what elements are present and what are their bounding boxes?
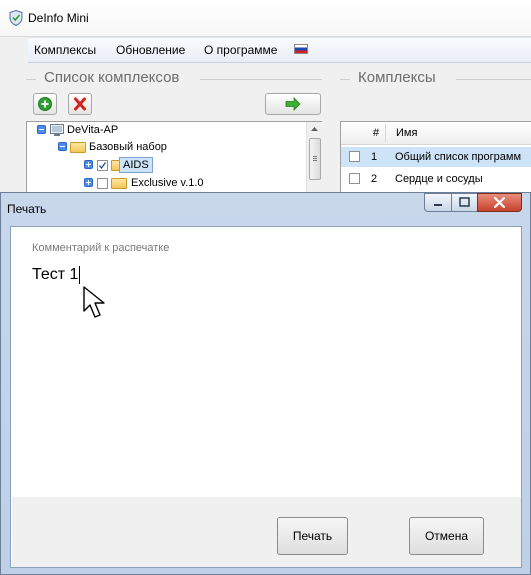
dialog-client-area: Комментарий к распечатке Тест 1 Печать О… bbox=[10, 226, 522, 568]
minimize-button[interactable] bbox=[424, 193, 452, 212]
table-row[interactable]: 1 Общий список программ bbox=[341, 147, 531, 167]
column-number-header[interactable]: # bbox=[373, 127, 379, 139]
main-titlebar: DeInfo Mini bbox=[0, 0, 531, 37]
complex-tree[interactable]: DeVita-AP Базовый набор AIDS Exclusive v… bbox=[26, 121, 322, 196]
complexes-table[interactable]: # Имя 1 Общий список программ 2 Сердце и… bbox=[340, 121, 531, 196]
print-dialog: Печать Комментарий к распечатке Тест 1 П… bbox=[0, 192, 531, 575]
group-line bbox=[456, 79, 531, 80]
scroll-thumb[interactable] bbox=[309, 138, 321, 180]
comment-label: Комментарий к распечатке bbox=[32, 242, 170, 254]
tree-node-label: DeVita-AP bbox=[67, 124, 119, 136]
column-name-header[interactable]: Имя bbox=[396, 127, 417, 139]
dialog-title: Печать bbox=[7, 202, 47, 216]
expand-icon[interactable] bbox=[84, 160, 93, 169]
shield-icon bbox=[9, 10, 23, 26]
scroll-up-icon[interactable] bbox=[307, 122, 322, 136]
row-number: 2 bbox=[371, 173, 378, 185]
collapse-icon[interactable] bbox=[37, 125, 46, 134]
close-button[interactable] bbox=[477, 193, 522, 212]
close-icon bbox=[493, 196, 506, 209]
russian-flag-icon[interactable] bbox=[294, 44, 308, 54]
tree-node-label: Exclusive v.1.0 bbox=[131, 177, 204, 189]
maximize-icon bbox=[459, 197, 470, 207]
tree-node-label: Базовый набор bbox=[89, 141, 167, 153]
text-caret bbox=[79, 266, 80, 284]
menu-complexes[interactable]: Комплексы bbox=[34, 43, 96, 57]
cancel-button[interactable]: Отмена bbox=[409, 517, 484, 555]
group-line bbox=[200, 79, 322, 80]
menu-update[interactable]: Обновление bbox=[116, 43, 185, 57]
window-title: DeInfo Mini bbox=[28, 11, 89, 25]
tree-scrollbar[interactable] bbox=[306, 122, 322, 195]
delete-x-icon bbox=[74, 97, 86, 111]
table-header: # Имя bbox=[341, 122, 531, 145]
folder-icon bbox=[111, 178, 127, 189]
arrow-right-icon bbox=[285, 97, 301, 111]
row-checkbox[interactable] bbox=[349, 173, 360, 184]
menu-about[interactable]: О программе bbox=[204, 43, 277, 57]
complex-list-title: Список комплексов bbox=[40, 69, 184, 86]
expand-icon[interactable] bbox=[84, 178, 93, 187]
print-button[interactable]: Печать bbox=[277, 517, 348, 555]
plus-icon bbox=[38, 97, 52, 111]
next-arrow-button[interactable] bbox=[265, 93, 321, 115]
menubar: Комплексы Обновление О программе bbox=[28, 37, 531, 63]
computer-icon bbox=[50, 124, 64, 136]
minimize-icon bbox=[434, 204, 442, 206]
column-divider bbox=[385, 124, 386, 142]
row-name: Сердце и сосуды bbox=[395, 173, 483, 185]
complexes-title: Комплексы bbox=[354, 69, 440, 86]
comment-area[interactable]: Комментарий к распечатке Тест 1 bbox=[32, 232, 498, 498]
row-name: Общий список программ bbox=[395, 151, 522, 163]
dialog-footer: Печать Отмена bbox=[12, 497, 521, 567]
group-line bbox=[26, 79, 36, 80]
tree-node-checkbox[interactable] bbox=[97, 160, 108, 171]
comment-input[interactable]: Тест 1 bbox=[32, 266, 78, 284]
tree-node-label-selected: AIDS bbox=[119, 157, 153, 173]
tree-node-checkbox[interactable] bbox=[97, 178, 108, 189]
folder-icon bbox=[70, 142, 86, 153]
row-checkbox[interactable] bbox=[349, 151, 360, 162]
table-row[interactable]: 2 Сердце и сосуды bbox=[341, 169, 531, 189]
collapse-icon[interactable] bbox=[58, 142, 67, 151]
delete-button[interactable] bbox=[68, 93, 92, 115]
maximize-button[interactable] bbox=[451, 193, 478, 212]
checkmark-icon bbox=[98, 162, 107, 170]
group-line bbox=[340, 79, 350, 80]
add-button[interactable] bbox=[33, 93, 57, 115]
row-number: 1 bbox=[371, 151, 378, 163]
